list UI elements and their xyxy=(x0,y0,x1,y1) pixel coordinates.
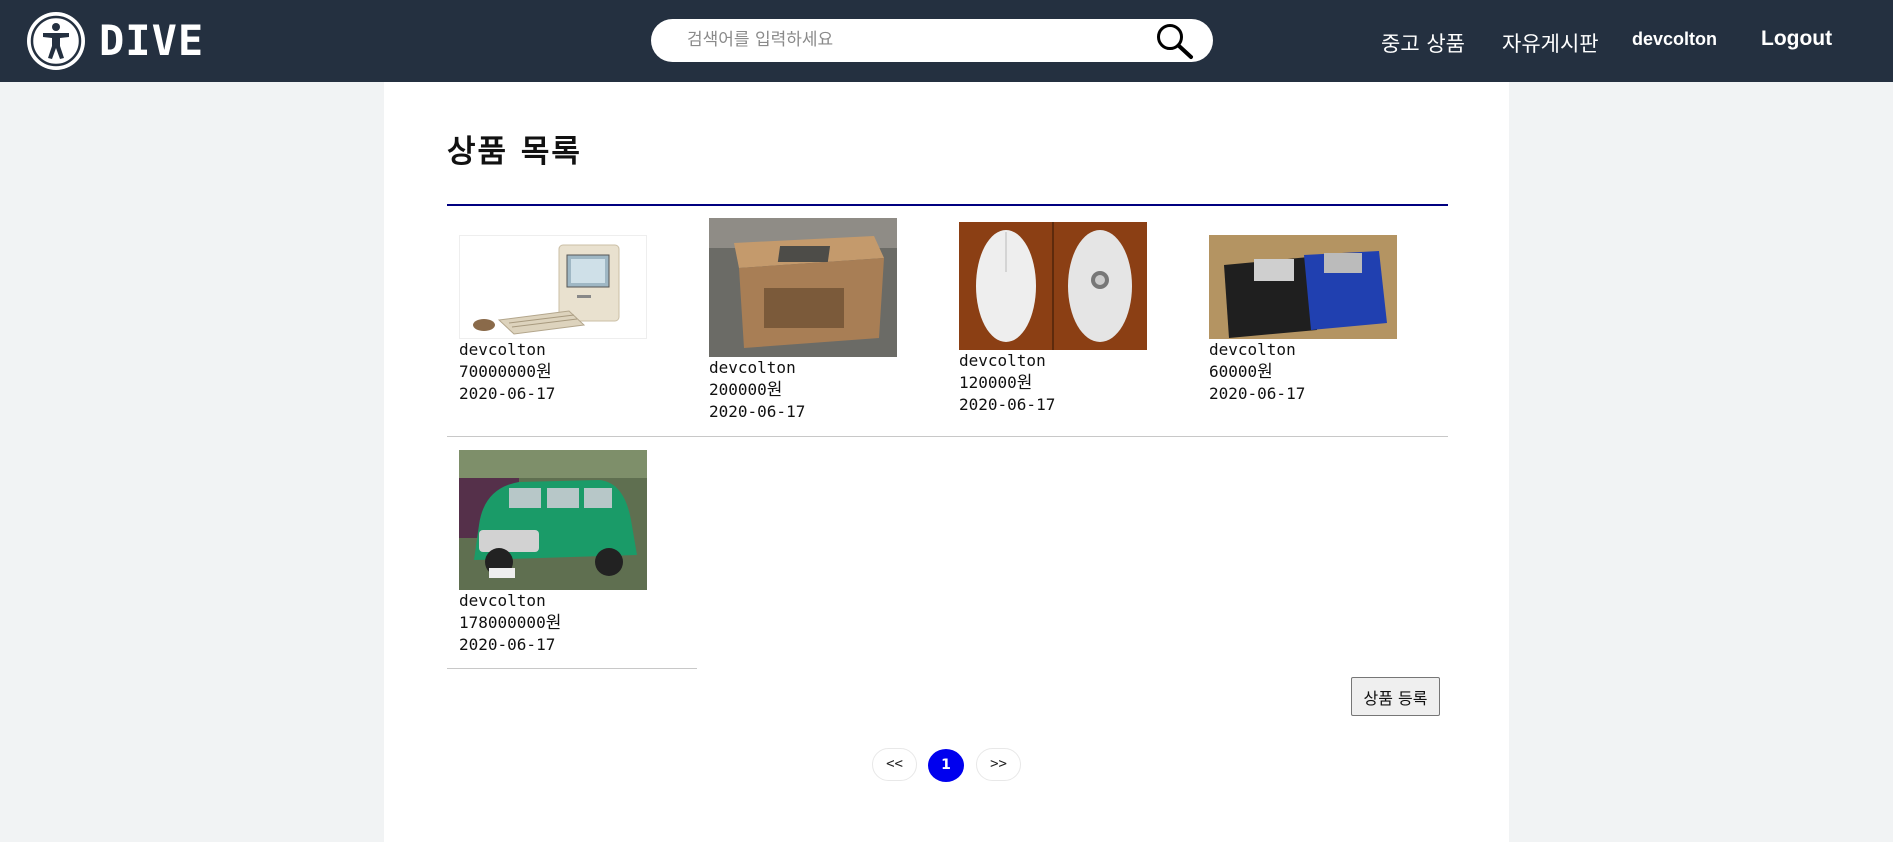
product-date: 2020-06-17 xyxy=(709,402,806,421)
nav-free-board-link[interactable]: 자유게시판 xyxy=(1502,28,1599,58)
product-image-macintosh xyxy=(459,235,647,339)
product-image-mouse xyxy=(959,222,1147,350)
product-date: 2020-06-17 xyxy=(959,395,1056,414)
product-date: 2020-06-17 xyxy=(459,635,556,654)
product-seller: devcolton xyxy=(959,351,1046,370)
product-price: 178000000원 xyxy=(459,613,562,633)
page-title: 상품 목록 xyxy=(447,134,582,170)
product-card[interactable]: devcolton 120000원 2020-06-17 xyxy=(959,222,1149,416)
product-price: 70000000원 xyxy=(459,362,552,382)
product-card[interactable]: devcolton 200000원 2020-06-17 xyxy=(709,218,899,423)
main-content: 상품 목록 devcolton 70000000원 2020-06-17 dev… xyxy=(384,82,1509,842)
product-image-wooden-box xyxy=(709,218,897,357)
product-seller: devcolton xyxy=(1209,340,1296,359)
product-price: 60000원 xyxy=(1209,362,1273,382)
pagination-prev-button[interactable]: << xyxy=(872,748,917,781)
search-icon[interactable] xyxy=(1154,22,1194,60)
search-input[interactable] xyxy=(687,25,1127,55)
product-seller: devcolton xyxy=(459,591,546,610)
row-divider xyxy=(447,668,697,669)
register-product-button[interactable]: 상품 등록 xyxy=(1351,677,1440,716)
product-price: 120000원 xyxy=(959,373,1033,393)
product-card[interactable]: devcolton 70000000원 2020-06-17 xyxy=(459,235,649,405)
logout-link[interactable]: Logout xyxy=(1761,27,1832,51)
product-image-floppy-disks xyxy=(1209,235,1397,339)
nav-username-link[interactable]: devcolton xyxy=(1632,29,1717,50)
product-seller: devcolton xyxy=(709,358,796,377)
product-card[interactable]: devcolton 60000원 2020-06-17 xyxy=(1209,235,1399,405)
search-bar xyxy=(651,19,1213,62)
product-date: 2020-06-17 xyxy=(459,384,556,403)
title-divider xyxy=(447,204,1448,206)
product-date: 2020-06-17 xyxy=(1209,384,1306,403)
brand-name[interactable]: DIVE xyxy=(99,16,204,65)
product-seller: devcolton xyxy=(459,340,546,359)
product-card[interactable]: devcolton 178000000원 2020-06-17 xyxy=(459,450,649,656)
pagination-next-button[interactable]: >> xyxy=(976,748,1021,781)
row-divider xyxy=(447,436,1448,437)
pagination-current-page[interactable]: 1 xyxy=(928,749,964,782)
product-image-green-car xyxy=(459,450,647,590)
top-navbar: DIVE 중고 상품 자유게시판 devcolton Logout xyxy=(0,0,1893,82)
nav-used-goods-link[interactable]: 중고 상품 xyxy=(1381,28,1465,58)
product-price: 200000원 xyxy=(709,380,783,400)
accessibility-person-icon[interactable] xyxy=(25,10,87,72)
